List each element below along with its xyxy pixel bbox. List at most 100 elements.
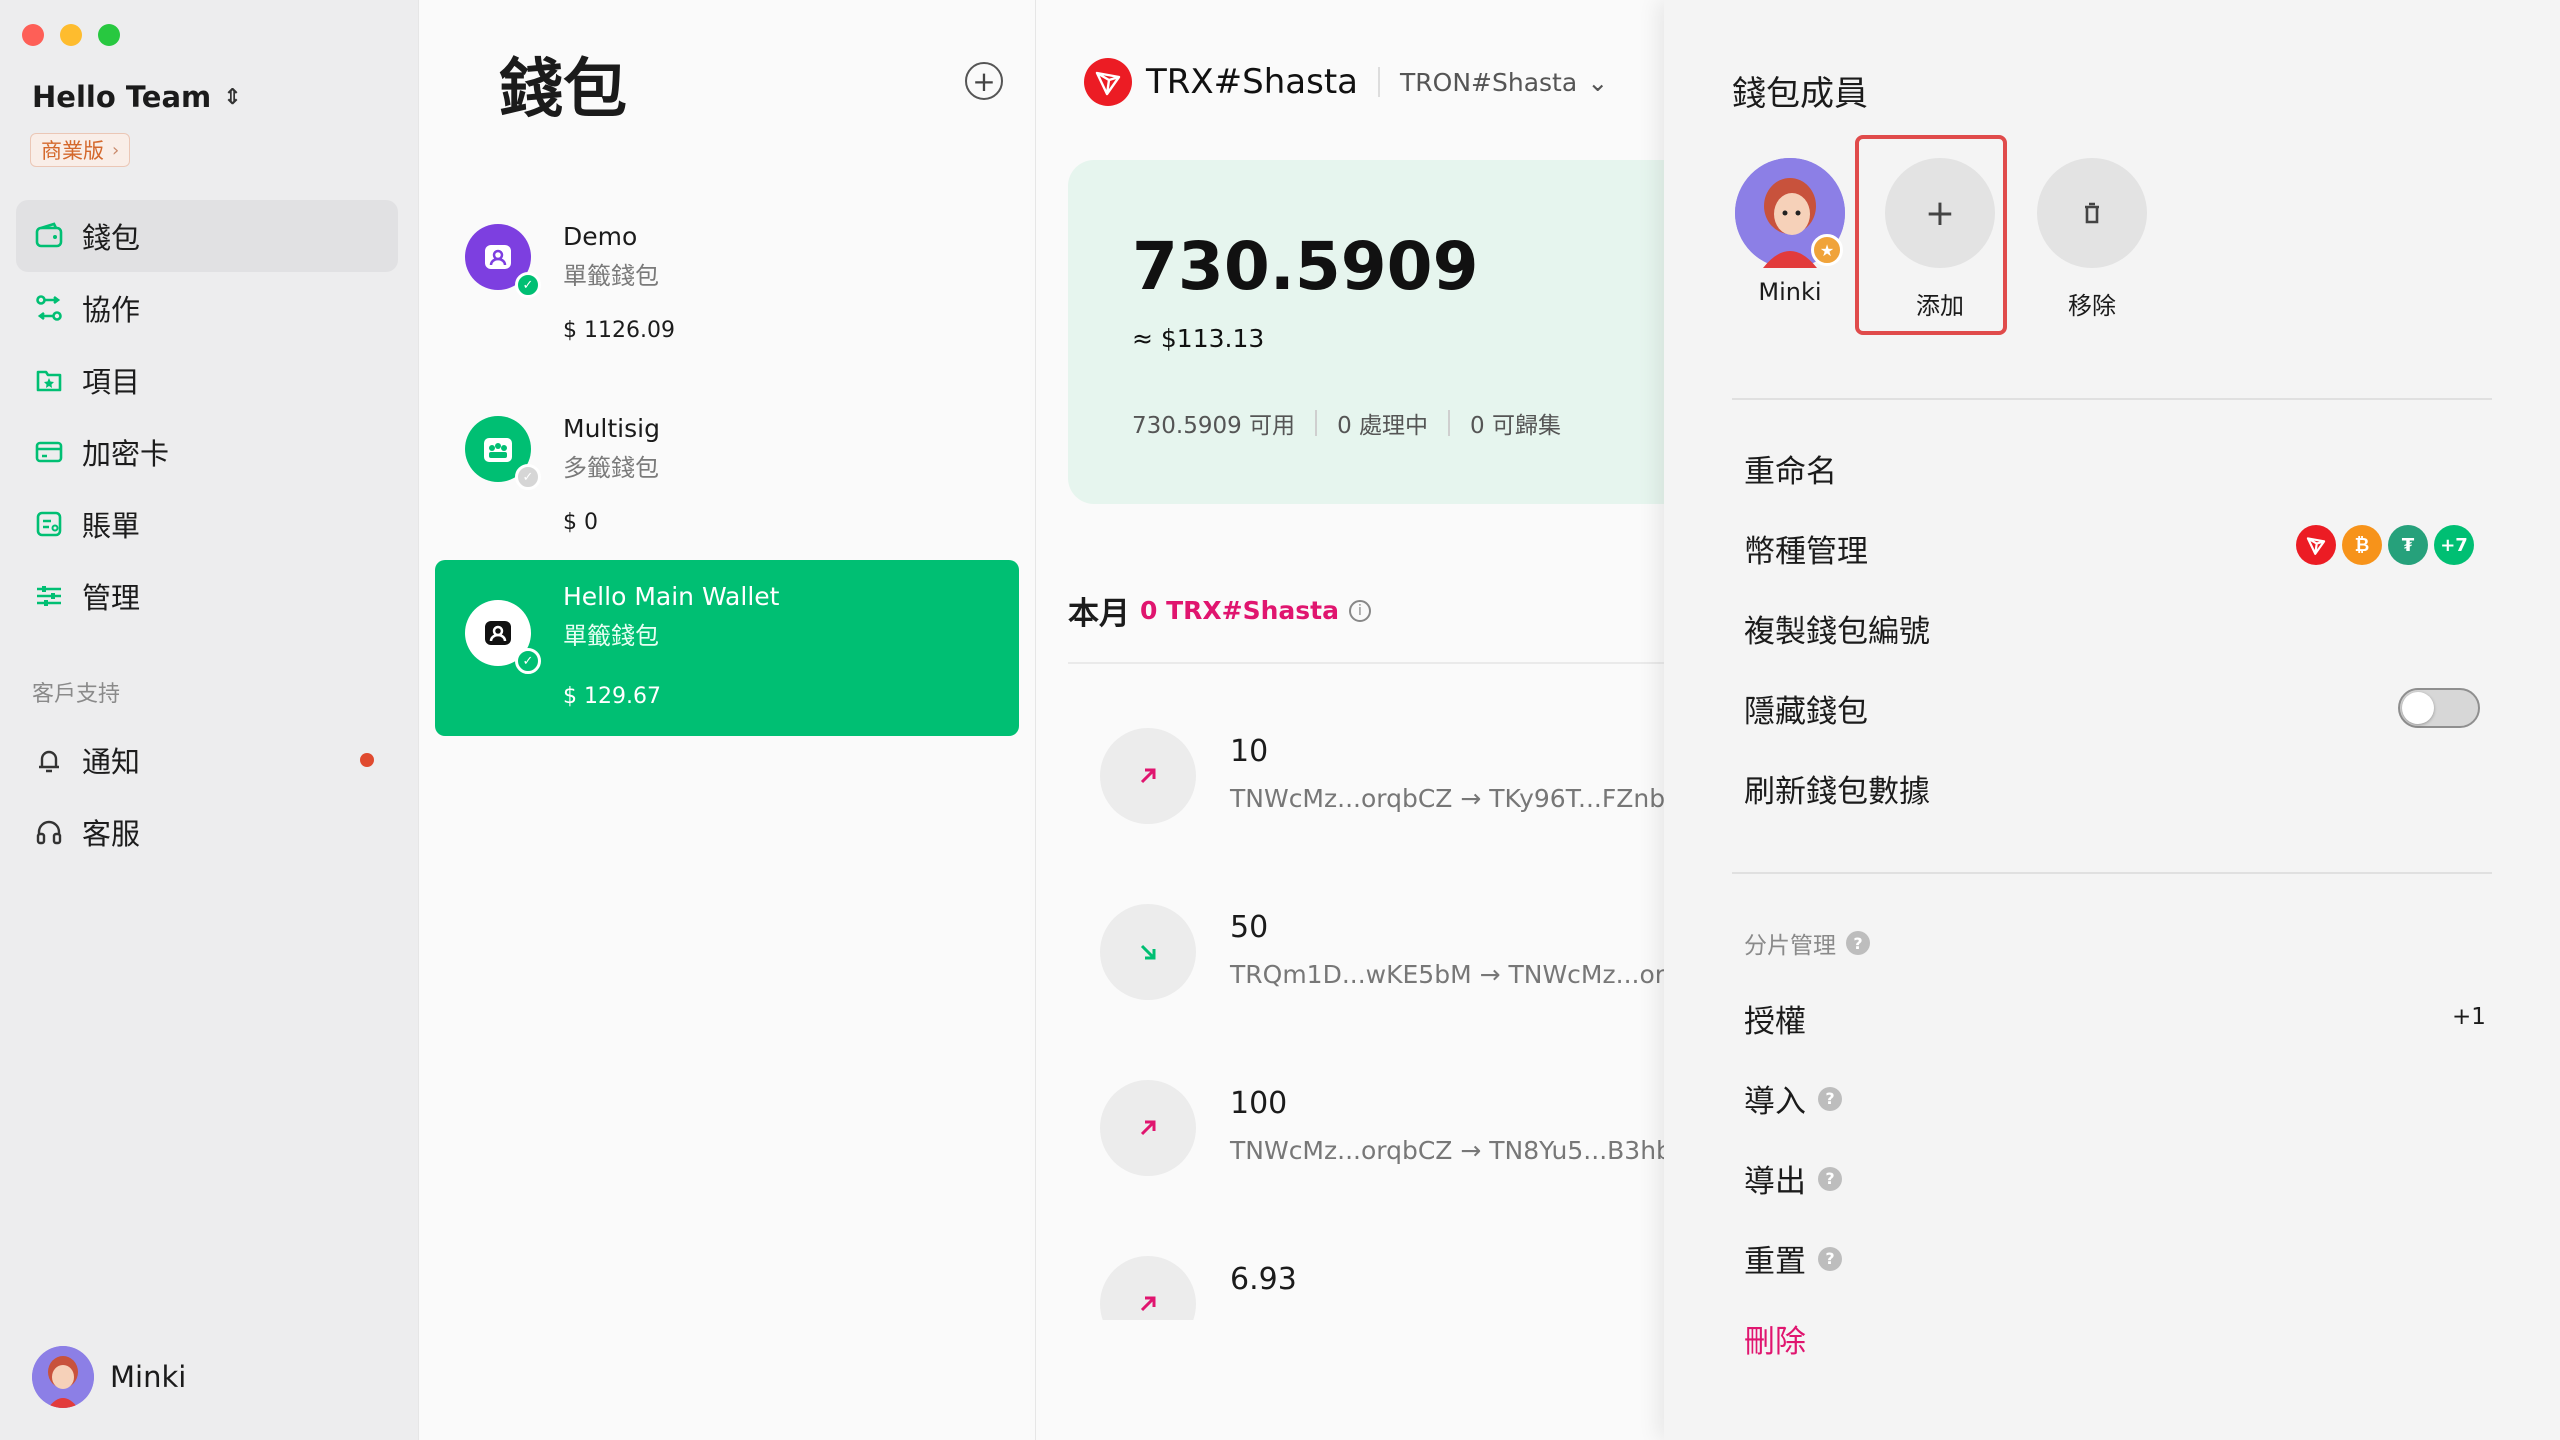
balance-card: 730.5909 ≈ $113.13 730.5909 可用 0 處理中 0 可… [1068, 160, 1768, 504]
collaborate-icon [32, 291, 66, 325]
balance-fiat: ≈ $113.13 [1132, 324, 1265, 353]
transaction-addresses: TRQm1D...wKE5bM → TNWcMz...orqbCZ [1230, 960, 1731, 989]
delete-wallet-item[interactable]: 刪除 [1744, 1316, 1806, 1361]
help-icon[interactable]: ? [1818, 1166, 1842, 1191]
app-window: Hello Team ⇕ 商業版 › 錢包 協作 項目 加密卡 賬單 管理 客戶… [0, 0, 2560, 1440]
divider [1732, 398, 2492, 400]
copy-wallet-id-item[interactable]: 複製錢包編號 [1744, 606, 1930, 651]
nav-label: 客服 [82, 817, 141, 851]
incoming-arrow-icon [1100, 904, 1196, 1000]
bitcoin-coin-icon: ₿ [2342, 525, 2382, 565]
card-icon [32, 435, 66, 469]
info-icon[interactable]: i [1349, 599, 1371, 622]
help-icon[interactable]: ? [1818, 1086, 1842, 1111]
nav-item-collaborate[interactable]: 協作 [16, 272, 398, 344]
nav-label: 錢包 [82, 221, 141, 255]
close-window-button[interactable] [22, 24, 44, 46]
remove-member-button[interactable]: 移除 [2032, 158, 2152, 321]
divider [1732, 872, 2492, 874]
wallet-type: 單籤錢包 [563, 622, 659, 650]
page-title: 錢包 [499, 53, 627, 127]
add-member-highlight [1855, 135, 2007, 335]
transaction-addresses: TNWcMz...orqbCZ → TN8Yu5...B3hbz [1230, 1136, 1686, 1165]
plan-badge[interactable]: 商業版 › [30, 133, 131, 167]
hide-wallet-item: 隱藏錢包 [1744, 686, 1868, 731]
transaction-addresses: TNWcMz...orqbCZ → TKy96T...FZnbTA [1230, 784, 1696, 813]
wallet-name: Demo [563, 222, 638, 251]
support-section-title: 客戶支持 [32, 682, 121, 707]
nav-item-bill[interactable]: 賬單 [16, 488, 398, 560]
bell-icon [32, 743, 66, 777]
remove-member-label: 移除 [2068, 292, 2116, 320]
reset-item[interactable]: 重置 ? [1744, 1236, 1842, 1281]
project-icon [32, 363, 66, 397]
tron-coin-icon [2296, 525, 2336, 565]
nav-label: 項目 [82, 365, 141, 399]
wallet-amount: $ 1126.09 [563, 318, 675, 343]
balance-amount: 730.5909 [1132, 228, 1479, 305]
divider [1315, 410, 1318, 436]
sliders-icon [32, 579, 66, 613]
wallet-card-hello-main[interactable]: ✓ Hello Main Wallet 單籤錢包 $ 129.67 [435, 560, 1019, 736]
toggle-knob [2402, 692, 2434, 724]
team-switcher[interactable]: Hello Team ⇕ [32, 80, 242, 114]
verified-check-icon: ✓ [515, 272, 541, 298]
help-icon[interactable]: ? [1818, 1246, 1842, 1271]
tether-coin-icon: ₮ [2388, 525, 2428, 565]
hide-wallet-toggle[interactable] [2398, 688, 2480, 728]
nav-item-manage[interactable]: 管理 [16, 560, 398, 632]
transaction-amount: 50 [1230, 910, 1269, 945]
team-name: Hello Team [32, 80, 212, 114]
currency-management-item[interactable]: 幣種管理 [1744, 526, 1868, 571]
trash-icon [2037, 158, 2147, 268]
current-user[interactable]: Minki [32, 1346, 186, 1408]
rename-label: 重命名 [1744, 454, 1837, 490]
chevron-down-icon: ⌄ [1587, 67, 1609, 97]
avatar [32, 1346, 94, 1408]
refresh-wallet-item[interactable]: 刷新錢包數據 [1744, 766, 1930, 811]
rename-item[interactable]: 重命名 [1744, 446, 1837, 491]
wallet-type: 多籤錢包 [563, 454, 659, 482]
wallet-card-multisig[interactable]: ✓ Multisig 多籤錢包 $ 0 [435, 372, 1019, 548]
authorize-item[interactable]: 授權 [1744, 996, 1806, 1041]
network-select-value: TRON#Shasta [1400, 67, 1578, 97]
outgoing-arrow-icon [1100, 728, 1196, 824]
wallet-card-demo[interactable]: ✓ Demo 單籤錢包 $ 1126.09 [435, 180, 1019, 356]
verified-check-icon: ✓ [515, 648, 541, 674]
nav-item-customer-service[interactable]: 客服 [16, 796, 398, 868]
drawer-title: 錢包成員 [1732, 74, 1868, 114]
network-select[interactable]: TRON#Shasta ⌄ [1400, 68, 1608, 97]
window-controls [22, 24, 120, 46]
nav-item-wallet[interactable]: 錢包 [16, 200, 398, 272]
export-item[interactable]: 導出 ? [1744, 1156, 1842, 1201]
tron-logo-icon [1084, 58, 1132, 106]
import-item[interactable]: 導入 ? [1744, 1076, 1842, 1121]
plus-icon: + [972, 64, 996, 98]
wallet-name: Hello Main Wallet [563, 582, 780, 611]
delete-label: 刪除 [1744, 1324, 1806, 1360]
network-header: TRX#Shasta TRON#Shasta ⌄ [1084, 58, 1608, 106]
shard-management-section: 分片管理 ? [1744, 926, 1870, 960]
bill-icon [32, 507, 66, 541]
nav-label: 管理 [82, 581, 141, 615]
collectable-stat: 0 可歸集 [1470, 413, 1561, 439]
nav-item-crypto-card[interactable]: 加密卡 [16, 416, 398, 488]
add-wallet-button[interactable]: + [965, 62, 1003, 100]
nav-item-notifications[interactable]: 通知 [16, 724, 398, 796]
currency-icons: ₿ ₮ +7 [2296, 525, 2474, 565]
help-icon[interactable]: ? [1846, 931, 1870, 955]
wallet-icon [32, 219, 66, 253]
transaction-amount: 100 [1230, 1086, 1288, 1121]
member-minki[interactable]: ★ Minki [1730, 158, 1850, 306]
month-amount: 0 TRX#Shasta [1140, 596, 1339, 625]
available-stat: 730.5909 可用 [1132, 413, 1296, 439]
nav-label: 通知 [82, 745, 141, 779]
zoom-window-button[interactable] [98, 24, 120, 46]
nav-label: 賬單 [82, 509, 141, 543]
more-coins-badge: +7 [2434, 525, 2474, 565]
nav-item-project[interactable]: 項目 [16, 344, 398, 416]
minimize-window-button[interactable] [60, 24, 82, 46]
wallet-amount: $ 0 [563, 510, 598, 535]
transaction-amount: 6.93 [1230, 1262, 1297, 1297]
hide-wallet-label: 隱藏錢包 [1744, 694, 1868, 730]
